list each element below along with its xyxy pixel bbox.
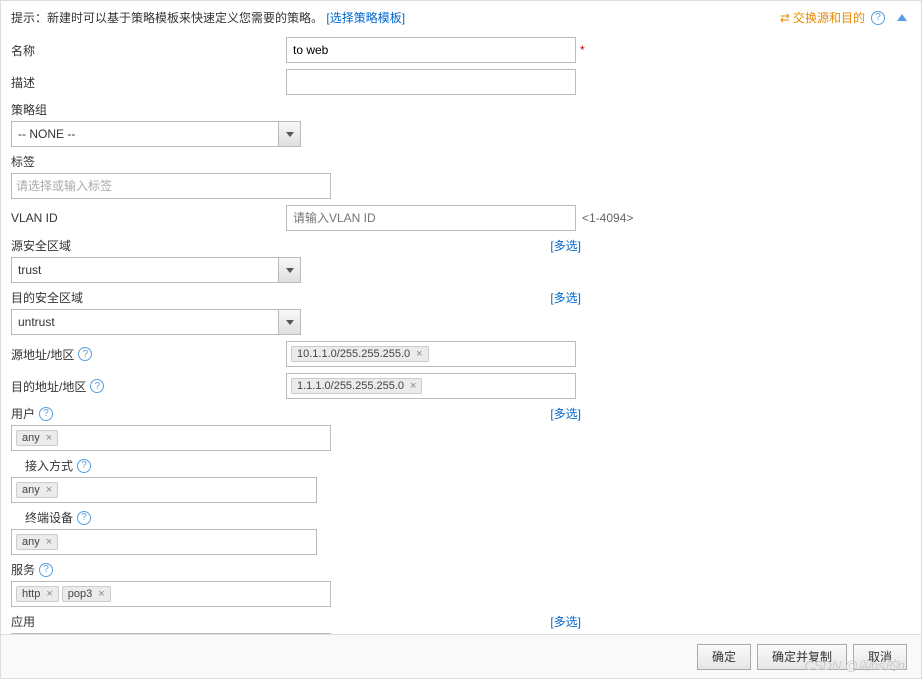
service-label: 服务 — [11, 561, 35, 578]
help-icon[interactable]: ? — [78, 347, 92, 361]
chevron-down-icon — [286, 268, 294, 273]
help-icon[interactable]: ? — [39, 563, 53, 577]
dst-zone-select[interactable]: untrust — [11, 309, 301, 335]
app-multi-link[interactable]: [多选] — [550, 613, 581, 633]
tag-item: 1.1.1.0/255.255.255.0× — [291, 378, 422, 394]
cancel-button[interactable]: 取消 — [853, 644, 907, 670]
tags-input[interactable] — [11, 173, 331, 199]
desc-label: 描述 — [11, 74, 35, 91]
chevron-down-icon — [286, 320, 294, 325]
name-input[interactable] — [286, 37, 576, 63]
help-icon[interactable]: ? — [77, 511, 91, 525]
help-icon[interactable]: ? — [90, 379, 104, 393]
swap-icon: ⇄ — [780, 11, 790, 25]
tag-remove-icon[interactable]: × — [44, 432, 54, 444]
tag-item: pop3× — [62, 586, 111, 602]
tag-remove-icon[interactable]: × — [44, 484, 54, 496]
vlan-label: VLAN ID — [11, 211, 58, 225]
select-template-link[interactable]: [选择策略模板] — [326, 11, 405, 25]
tag-remove-icon[interactable]: × — [96, 588, 106, 600]
service-input[interactable]: http× pop3× — [11, 581, 331, 607]
tag-remove-icon[interactable]: × — [414, 348, 424, 360]
access-input[interactable]: any× — [11, 477, 317, 503]
dst-zone-multi-link[interactable]: [多选] — [550, 289, 581, 309]
policy-group-select[interactable]: -- NONE -- — [11, 121, 301, 147]
vlan-input[interactable] — [286, 205, 576, 231]
src-zone-label: 源安全区域 — [11, 237, 71, 254]
vlan-range: <1-4094> — [582, 211, 633, 225]
policy-group-label: 策略组 — [11, 101, 47, 118]
desc-input[interactable] — [286, 69, 576, 95]
help-icon[interactable]: ? — [39, 407, 53, 421]
dropdown-button[interactable] — [278, 310, 300, 334]
tip-text: 新建时可以基于策略模板来快速定义您需要的策略。 — [47, 11, 323, 25]
help-icon[interactable]: ? — [871, 11, 885, 25]
dst-addr-label: 目的地址/地区 — [11, 378, 86, 395]
dst-addr-input[interactable]: 1.1.1.0/255.255.255.0× — [286, 373, 576, 399]
dialog-footer: 确定 确定并复制 取消 CSDN @叫ns的n — [1, 634, 921, 678]
tag-item: http× — [16, 586, 59, 602]
src-addr-label: 源地址/地区 — [11, 346, 74, 363]
user-input[interactable]: any× — [11, 425, 331, 451]
ok-button[interactable]: 确定 — [697, 644, 751, 670]
chevron-down-icon — [286, 132, 294, 137]
name-label: 名称 — [11, 42, 35, 59]
swap-label: 交换源和目的 — [793, 9, 865, 26]
swap-src-dst-link[interactable]: ⇄ 交换源和目的 — [780, 9, 865, 26]
dropdown-button[interactable] — [278, 258, 300, 282]
user-label: 用户 — [11, 405, 35, 422]
tag-item: any× — [16, 482, 58, 498]
tag-item: any× — [16, 534, 58, 550]
policy-group-value: -- NONE -- — [18, 127, 75, 141]
tag-remove-icon[interactable]: × — [408, 380, 418, 392]
tip-prefix: 提示： — [11, 11, 47, 25]
tag-item: any× — [16, 430, 58, 446]
ok-copy-button[interactable]: 确定并复制 — [757, 644, 847, 670]
tag-remove-icon[interactable]: × — [44, 536, 54, 548]
dst-zone-value: untrust — [18, 315, 55, 329]
required-marker: * — [580, 43, 585, 57]
access-label: 接入方式 — [25, 457, 73, 474]
tag-item: 10.1.1.0/255.255.255.0× — [291, 346, 429, 362]
collapse-icon[interactable] — [897, 14, 907, 21]
user-multi-link[interactable]: [多选] — [550, 405, 581, 425]
src-zone-value: trust — [18, 263, 41, 277]
src-addr-input[interactable]: 10.1.1.0/255.255.255.0× — [286, 341, 576, 367]
tip-row: 提示：新建时可以基于策略模板来快速定义您需要的策略。 [选择策略模板] ⇄ 交换… — [11, 9, 907, 34]
dropdown-button[interactable] — [278, 122, 300, 146]
dst-zone-label: 目的安全区域 — [11, 289, 83, 306]
app-label: 应用 — [11, 613, 35, 630]
terminal-input[interactable]: any× — [11, 529, 317, 555]
tag-remove-icon[interactable]: × — [44, 588, 54, 600]
tags-label: 标签 — [11, 153, 35, 170]
src-zone-select[interactable]: trust — [11, 257, 301, 283]
form-scroll-area[interactable]: 提示：新建时可以基于策略模板来快速定义您需要的策略。 [选择策略模板] ⇄ 交换… — [1, 1, 921, 635]
tags-text-input[interactable] — [16, 179, 326, 193]
terminal-label: 终端设备 — [25, 509, 73, 526]
help-icon[interactable]: ? — [77, 459, 91, 473]
src-zone-multi-link[interactable]: [多选] — [550, 237, 581, 257]
dialog-container: 提示：新建时可以基于策略模板来快速定义您需要的策略。 [选择策略模板] ⇄ 交换… — [0, 0, 922, 679]
